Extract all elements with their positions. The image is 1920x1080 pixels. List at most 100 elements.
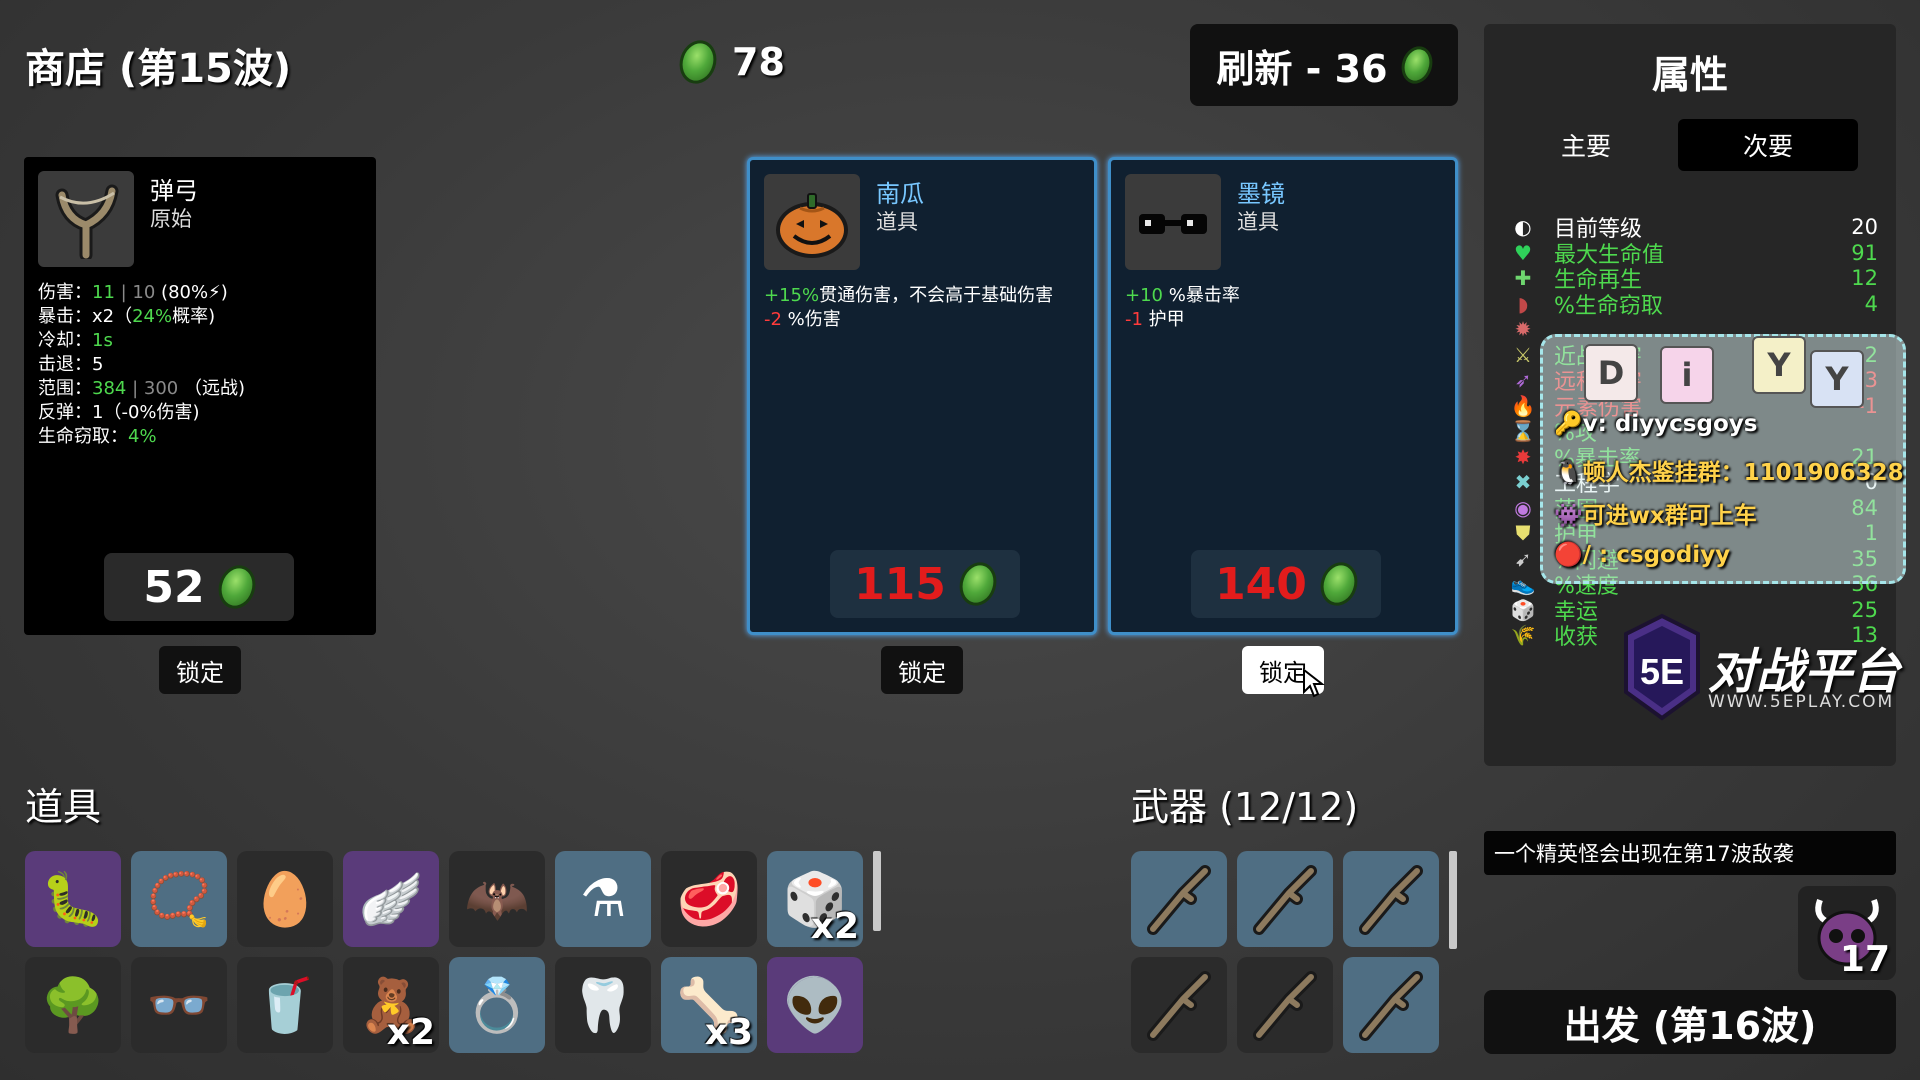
weapons-scrollbar[interactable] bbox=[1449, 851, 1457, 949]
stats-panel-title: 属性 bbox=[1651, 53, 1728, 97]
item-effects-sunglasses: +10 %暴击率 -1 护甲 bbox=[1125, 284, 1240, 332]
stat-segment: ⚡ bbox=[208, 282, 221, 303]
material-icon bbox=[1396, 42, 1437, 88]
inventory-item-slot[interactable]: ⚗ bbox=[555, 851, 651, 947]
inventory-item-slot[interactable]: 🌳 bbox=[25, 957, 121, 1053]
luck-icon: 🎲 bbox=[1510, 597, 1536, 622]
stat-value: 20 bbox=[1851, 215, 1878, 239]
items-scrollbar[interactable] bbox=[873, 851, 881, 931]
fang-icon: 🦷 bbox=[570, 975, 636, 1036]
item-price-sunglasses[interactable]: 140 bbox=[1191, 550, 1381, 618]
lock-button-pumpkin[interactable]: 锁定 bbox=[881, 646, 963, 694]
pumpkin-icon bbox=[764, 174, 860, 270]
stat-segment: | 300 bbox=[126, 378, 184, 399]
stat-value: 91 bbox=[1851, 240, 1878, 265]
meat-icon: 🥩 bbox=[676, 869, 742, 930]
inventory-item-slot[interactable]: 👽 bbox=[767, 957, 863, 1053]
reroll-label: 刷新 - 36 bbox=[1216, 46, 1388, 91]
stat-line: +10 %暴击率 bbox=[1125, 284, 1240, 308]
potion-icon: ⚗ bbox=[579, 869, 627, 929]
weapon-price[interactable]: 52 bbox=[104, 553, 294, 621]
weapon-slot[interactable] bbox=[1237, 957, 1333, 1053]
inventory-item-slot[interactable]: 🥩 bbox=[661, 851, 757, 947]
stat-segment: +10 bbox=[1125, 285, 1163, 306]
wings-icon: 🪽 bbox=[358, 869, 424, 930]
ring-icon: 💍 bbox=[464, 975, 530, 1036]
inventory-item-slot[interactable]: 💍 bbox=[449, 957, 545, 1053]
item-name-pumpkin: 南瓜 bbox=[876, 180, 924, 208]
item-count: x3 bbox=[704, 1012, 753, 1053]
weapon-slot[interactable] bbox=[1343, 851, 1439, 947]
tab-secondary[interactable]: 次要 bbox=[1678, 119, 1858, 171]
reroll-button[interactable]: 刷新 - 36 bbox=[1190, 24, 1458, 106]
range-icon: ◉ bbox=[1514, 495, 1532, 520]
weapon-tier: 原始 bbox=[150, 207, 192, 231]
stat-line: 伤害：11 | 10 (80%⚡) bbox=[38, 281, 245, 305]
tardigrade-icon: 🐛 bbox=[40, 869, 106, 930]
item-type-sunglasses: 道具 bbox=[1237, 210, 1279, 234]
inventory-item-slot[interactable]: 👓 bbox=[131, 957, 227, 1053]
inventory-item-slot[interactable]: 🦴 x3 bbox=[661, 957, 757, 1053]
inventory-item-slot[interactable]: 📿 bbox=[131, 851, 227, 947]
item-price-value: 140 bbox=[1215, 558, 1307, 610]
crit-icon: ✸ bbox=[1514, 444, 1532, 469]
stat-segment: 反弹：1（-0%伤害) bbox=[38, 402, 200, 423]
lifesteal-icon: ◗ bbox=[1517, 291, 1529, 316]
inventory-item-slot[interactable]: 🥚 bbox=[237, 851, 333, 947]
overlay-tag: i bbox=[1660, 346, 1714, 404]
heart-icon: ♥ bbox=[1514, 240, 1532, 265]
shop-card-sunglasses[interactable]: 墨镜 道具 +10 %暴击率 -1 护甲 140 bbox=[1108, 157, 1458, 635]
dodge-icon: ➹ bbox=[1514, 546, 1532, 571]
weapon-slot[interactable] bbox=[1237, 851, 1333, 947]
alien-icon: 👽 bbox=[782, 975, 848, 1036]
stat-line: 击退：5 bbox=[38, 353, 245, 377]
stat-segment: 冷却： bbox=[38, 330, 92, 351]
weapon-slot[interactable] bbox=[1131, 851, 1227, 947]
inventory-item-slot[interactable]: 🦷 bbox=[555, 957, 651, 1053]
inventory-item-slot[interactable]: 🐛 bbox=[25, 851, 121, 947]
stat-segment: -1 bbox=[1125, 309, 1143, 330]
stat-line: 生命窃取：4% bbox=[38, 425, 245, 449]
stat-segment: 贯通伤害，不会高于基础伤害 bbox=[819, 285, 1054, 306]
weapon-slot[interactable] bbox=[1343, 957, 1439, 1053]
stat-segment: 暴击：x2（ bbox=[38, 306, 133, 327]
level-icon: ◐ bbox=[1514, 215, 1532, 239]
stat-line: +15%贯通伤害，不会高于基础伤害 bbox=[764, 284, 1053, 308]
stat-value: 12 bbox=[1851, 266, 1878, 290]
inventory-item-slot[interactable]: 🦇 bbox=[449, 851, 545, 947]
mouse-cursor-icon bbox=[1303, 668, 1325, 698]
tab-primary[interactable]: 主要 bbox=[1496, 119, 1676, 171]
weapon-slot[interactable] bbox=[1131, 957, 1227, 1053]
sunglasses-icon bbox=[1125, 174, 1221, 270]
stat-segment: 24% bbox=[132, 306, 173, 327]
go-next-wave-button[interactable]: 出发 (第16波) bbox=[1484, 990, 1896, 1054]
shop-card-pumpkin[interactable]: 南瓜 道具 +15%贯通伤害，不会高于基础伤害 -2 %伤害 115 bbox=[747, 157, 1097, 635]
stick-icon bbox=[1359, 971, 1423, 1041]
stat-segment: 4% bbox=[128, 426, 157, 447]
weapon-stats: 伤害：11 | 10 (80%⚡) 暴击：x2（24%概率) 冷却：1s 击退：5 范围… bbox=[38, 281, 245, 449]
stat-segment: (80% bbox=[155, 282, 209, 303]
stat-segment: 生命窃取： bbox=[38, 426, 128, 447]
weapon-name: 弹弓 bbox=[150, 177, 198, 205]
inventory-item-slot[interactable]: 🥤 bbox=[237, 957, 333, 1053]
elite-wave-number: 17 bbox=[1839, 939, 1890, 980]
shop-card-weapon[interactable]: 弹弓 原始 伤害：11 | 10 (80%⚡) 暴击：x2（24%概率) 冷却：1s… bbox=[24, 157, 376, 635]
lock-button-weapon[interactable]: 锁定 bbox=[159, 646, 241, 694]
inventory-item-slot[interactable]: 🎲 x2 bbox=[767, 851, 863, 947]
stick-icon bbox=[1253, 971, 1317, 1041]
weapons-section-title: 武器 (12/12) bbox=[1131, 785, 1359, 829]
inventory-item-slot[interactable]: 🧸 x2 bbox=[343, 957, 439, 1053]
item-count: x2 bbox=[386, 1012, 435, 1053]
overlay-line-wx-group: 👾可进wx群可上车 bbox=[1554, 503, 1757, 529]
item-price-pumpkin[interactable]: 115 bbox=[830, 550, 1020, 618]
inventory-item-slot[interactable]: 🪽 bbox=[343, 851, 439, 947]
overlay-tag: D bbox=[1584, 344, 1638, 402]
stat-segment: -2 bbox=[764, 309, 782, 330]
materials-value: 78 bbox=[732, 40, 785, 84]
overlay-line-wechat: 🔑v: diyycsgoys bbox=[1554, 411, 1758, 437]
stat-segment: %暴击率 bbox=[1163, 285, 1240, 306]
stat-segment: | 10 bbox=[114, 282, 156, 303]
stat-segment: 1s bbox=[92, 330, 113, 351]
weapon-price-value: 52 bbox=[143, 561, 205, 613]
stat-line: 范围：384 | 300 （远战) bbox=[38, 377, 245, 401]
